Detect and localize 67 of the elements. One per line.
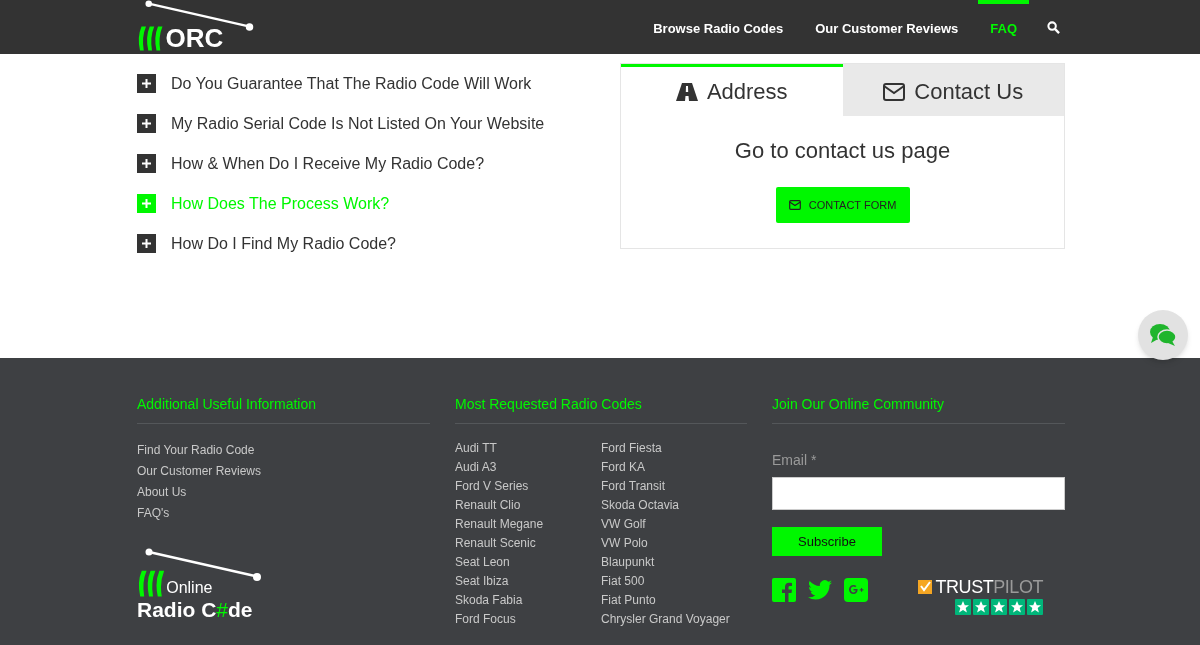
footer-link[interactable]: Our Customer Reviews bbox=[137, 463, 430, 480]
radio-code-link[interactable]: Ford Fiesta bbox=[601, 440, 747, 457]
radio-code-link[interactable]: Renault Megane bbox=[455, 516, 601, 533]
star-icon bbox=[1009, 599, 1025, 615]
expand-icon bbox=[137, 154, 156, 173]
radio-code-link[interactable]: Audi TT bbox=[455, 440, 601, 457]
expand-icon bbox=[137, 74, 156, 93]
footer-link[interactable]: FAQ's bbox=[137, 505, 430, 522]
panel-heading: Go to contact us page bbox=[734, 137, 951, 165]
logo-tagline: Online bbox=[166, 580, 213, 598]
radio-code-link[interactable]: Ford Transit bbox=[601, 478, 747, 495]
email-field[interactable] bbox=[772, 477, 1065, 510]
twitter-icon[interactable] bbox=[808, 579, 832, 601]
star-icon bbox=[1027, 599, 1043, 615]
trustpilot-badge[interactable]: TRUSTPILOT bbox=[919, 578, 1043, 615]
footer-link[interactable]: About Us bbox=[137, 484, 430, 501]
footer-link[interactable]: Find Your Radio Code bbox=[137, 442, 430, 459]
footer-heading: Most Requested Radio Codes bbox=[455, 395, 643, 414]
star-icon bbox=[991, 599, 1007, 615]
radio-code-link[interactable]: Renault Scenic bbox=[455, 535, 601, 552]
chat-icon bbox=[1149, 323, 1177, 347]
panel-tab[interactable]: Contact Us bbox=[842, 64, 1064, 116]
star-icon bbox=[955, 599, 971, 615]
trustpilot-wordmark: TRUSTPILOT bbox=[935, 578, 1043, 596]
radio-code-link[interactable]: Seat Ibiza bbox=[455, 573, 601, 590]
search-icon[interactable] bbox=[1047, 20, 1060, 34]
footer-logo[interactable]: Online Radio C#de bbox=[137, 548, 267, 622]
subscribe-button[interactable]: Subscribe bbox=[772, 527, 882, 556]
radio-code-link[interactable]: Renault Clio bbox=[455, 497, 601, 514]
mail-icon bbox=[788, 200, 801, 210]
radio-code-link[interactable]: Chrysler Grand Voyager bbox=[601, 611, 747, 628]
nav-link[interactable]: Our Customer Reviews bbox=[803, 0, 971, 54]
nav-link[interactable]: FAQ bbox=[978, 0, 1029, 54]
faq-item[interactable]: How & When Do I Receive My Radio Code? bbox=[137, 152, 620, 175]
mail-icon bbox=[883, 82, 906, 101]
radio-code-link[interactable]: Audi A3 bbox=[455, 459, 601, 476]
facebook-icon[interactable] bbox=[772, 578, 796, 602]
radio-code-link[interactable]: Blaupunkt bbox=[601, 554, 747, 571]
footer-heading: Join Our Online Community bbox=[772, 395, 945, 414]
google-plus-icon[interactable] bbox=[844, 578, 868, 602]
site-logo[interactable]: ORC bbox=[137, 0, 257, 54]
nav-link[interactable]: Browse Radio Codes bbox=[641, 0, 796, 54]
contact-form-button[interactable]: CONTACT FORM bbox=[775, 187, 910, 223]
radio-code-link[interactable]: Ford V Series bbox=[455, 478, 601, 495]
radio-code-link[interactable]: Ford Focus bbox=[455, 611, 601, 628]
expand-icon bbox=[137, 234, 156, 253]
radio-code-link[interactable]: Skoda Fabia bbox=[455, 592, 601, 609]
faq-item[interactable]: My Radio Serial Code Is Not Listed On Your Website bbox=[137, 112, 620, 135]
check-mark-icon bbox=[918, 580, 933, 594]
radio-code-link[interactable]: Fiat Punto bbox=[601, 592, 747, 609]
expand-icon bbox=[137, 194, 156, 213]
radio-code-link[interactable]: Ford KA bbox=[601, 459, 747, 476]
expand-icon bbox=[137, 114, 156, 133]
footer-heading: Additional Useful Information bbox=[137, 395, 317, 414]
logo-text: ORC bbox=[165, 25, 224, 52]
radio-code-link[interactable]: VW Golf bbox=[601, 516, 747, 533]
radio-code-link[interactable]: Skoda Octavia bbox=[601, 497, 747, 514]
star-icon bbox=[973, 599, 989, 615]
radio-code-link[interactable]: Seat Leon bbox=[455, 554, 601, 571]
faq-item[interactable]: How Do I Find My Radio Code? bbox=[137, 232, 620, 255]
email-label: Email * bbox=[772, 451, 818, 470]
radio-code-link[interactable]: VW Polo bbox=[601, 535, 747, 552]
faq-item[interactable]: Do You Guarantee That The Radio Code Will Work bbox=[137, 72, 620, 95]
logo-wordmark: Radio C#de bbox=[137, 598, 254, 622]
radio-code-link[interactable]: Fiat 500 bbox=[601, 573, 747, 590]
chat-button[interactable] bbox=[1138, 310, 1188, 360]
road-icon bbox=[675, 82, 698, 101]
